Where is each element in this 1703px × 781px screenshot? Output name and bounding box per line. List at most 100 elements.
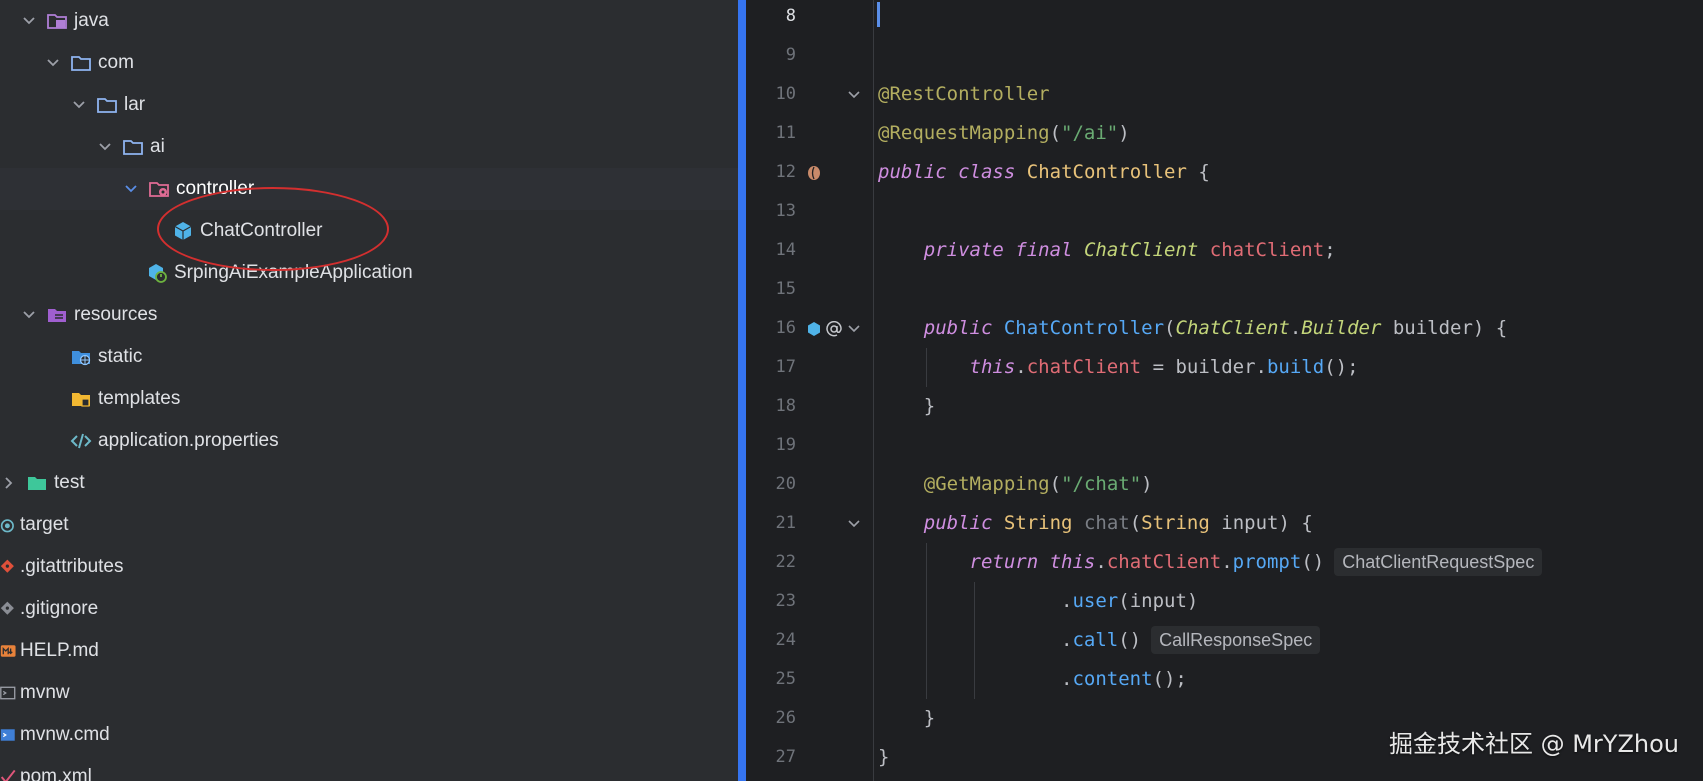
line-number: 26 xyxy=(775,708,796,728)
code-token: chatClient xyxy=(1026,356,1142,378)
code-line-23[interactable]: .user(input) xyxy=(878,582,1198,621)
tree-item-label: pom.xml xyxy=(20,766,92,781)
fold-chevron-icon[interactable] xyxy=(846,75,862,114)
tree-item-label: target xyxy=(20,514,69,535)
chevron-down-icon[interactable] xyxy=(44,54,62,72)
spring-boot-app-icon xyxy=(146,262,168,284)
line-number: 21 xyxy=(775,513,796,533)
tree-item-target[interactable]: target xyxy=(0,504,738,546)
code-token: ChatController xyxy=(1003,317,1165,339)
tree-item-ai[interactable]: ai xyxy=(0,126,738,168)
code-line-12[interactable]: public class ChatController { xyxy=(878,153,1210,192)
fold-chevron-icon[interactable] xyxy=(846,504,862,543)
tree-item-com[interactable]: com xyxy=(0,42,738,84)
code-token: this xyxy=(969,356,1016,378)
line-number: 27 xyxy=(775,747,796,767)
line-number: 13 xyxy=(775,201,796,221)
tree-item-chat-controller[interactable]: ChatController xyxy=(0,210,738,252)
code-token: builder xyxy=(1175,356,1256,378)
tree-item-label: com xyxy=(98,52,134,73)
code-token: ChatClient xyxy=(1083,239,1199,261)
tree-item-label: .gitignore xyxy=(20,598,99,619)
code-editor[interactable]: 8 9 10 11 12 13 14 15 16 17 18 19 20 21 … xyxy=(746,0,1703,781)
line-number: 19 xyxy=(775,435,796,455)
bean-icon[interactable] xyxy=(806,153,822,192)
tree-item-help-md[interactable]: HELP.md xyxy=(0,630,738,672)
line-number: 15 xyxy=(775,279,796,299)
tree-item-lar[interactable]: lar xyxy=(0,84,738,126)
tree-item-pom-xml[interactable]: pom.xml xyxy=(0,756,738,781)
autowired-at-icon[interactable] xyxy=(826,309,842,348)
tree-item-mvnw-cmd[interactable]: mvnw.cmd xyxy=(0,714,738,756)
chevron-down-icon[interactable] xyxy=(20,12,38,30)
code-line-11[interactable]: @RequestMapping("/ai") xyxy=(878,114,1130,153)
code-line-25[interactable]: .content(); xyxy=(878,660,1187,699)
tree-item-spring-app[interactable]: SrpingAiExampleApplication xyxy=(0,252,738,294)
code-token: public xyxy=(923,512,993,534)
chevron-down-icon[interactable] xyxy=(96,138,114,156)
tree-item-label: templates xyxy=(98,388,181,409)
test-folder-icon xyxy=(26,472,48,494)
code-token: call xyxy=(1072,629,1119,651)
code-token: chat xyxy=(1083,512,1130,534)
code-line-27[interactable]: } xyxy=(878,738,889,777)
type-inlay-hint: CallResponseSpec xyxy=(1151,626,1321,654)
watermark: 掘金技术社区 @ MrYZhou xyxy=(1388,730,1679,758)
code-token: ChatController xyxy=(1026,161,1187,183)
code-token: String xyxy=(1003,512,1073,534)
line-number: 14 xyxy=(775,240,796,260)
chevron-down-icon[interactable] xyxy=(122,180,140,198)
code-line-18[interactable]: } xyxy=(878,387,935,426)
code-token: private xyxy=(923,239,1004,261)
tree-item-test[interactable]: test xyxy=(0,462,738,504)
tree-item-label: mvnw xyxy=(20,682,70,703)
controller-package-icon xyxy=(148,178,170,200)
code-line-17[interactable]: this.chatClient = builder.build(); xyxy=(878,348,1359,387)
code-line-22[interactable]: return this.chatClient.prompt() ChatClien… xyxy=(878,543,1543,582)
code-line-20[interactable]: @GetMapping("/chat") xyxy=(878,465,1153,504)
code-line-26[interactable]: } xyxy=(878,699,935,738)
tree-item-label: ChatController xyxy=(200,220,323,241)
code-line-14[interactable]: private final ChatClient chatClient; xyxy=(878,231,1336,270)
code-token: user xyxy=(1072,590,1119,612)
tree-item-gitignore[interactable]: .gitignore xyxy=(0,588,738,630)
line-number: 9 xyxy=(785,45,796,65)
git-file-icon xyxy=(0,556,18,578)
package-folder-icon xyxy=(122,136,144,158)
code-token: class xyxy=(958,161,1016,183)
line-number: 24 xyxy=(775,630,796,650)
tree-item-label: test xyxy=(54,472,85,493)
gutter-divider xyxy=(873,0,874,781)
chevron-right-icon[interactable] xyxy=(0,474,18,492)
code-line-24[interactable]: .call() CallResponseSpec xyxy=(878,621,1321,660)
maven-pom-icon xyxy=(0,766,18,781)
tree-item-gitattributes[interactable]: .gitattributes xyxy=(0,546,738,588)
code-line-16[interactable]: public ChatController(ChatClient.Builder… xyxy=(878,309,1507,348)
tree-item-label: static xyxy=(98,346,143,367)
tree-item-label: controller xyxy=(176,178,255,199)
chevron-down-icon[interactable] xyxy=(20,306,38,324)
tree-item-java[interactable]: java xyxy=(0,0,738,42)
code-token: input xyxy=(1129,590,1187,612)
shell-script-icon xyxy=(0,682,18,704)
tree-item-templates[interactable]: templates xyxy=(0,378,738,420)
code-token: @RequestMapping xyxy=(878,122,1050,144)
code-token: chatClient xyxy=(1106,551,1222,573)
tree-item-application-properties[interactable]: application.properties xyxy=(0,420,738,462)
line-number: 11 xyxy=(775,123,796,143)
code-line-21[interactable]: public String chat(String input) { xyxy=(878,504,1313,543)
tree-item-resources[interactable]: resources xyxy=(0,294,738,336)
code-token: ChatClient xyxy=(1175,317,1290,339)
panel-splitter[interactable] xyxy=(738,0,746,781)
tree-item-label: .gitattributes xyxy=(20,556,124,577)
fold-chevron-icon[interactable] xyxy=(846,309,862,348)
chevron-down-icon[interactable] xyxy=(70,96,88,114)
code-token: final xyxy=(1015,239,1073,261)
tree-item-static[interactable]: static xyxy=(0,336,738,378)
code-token: "/chat" xyxy=(1061,473,1142,495)
tree-item-controller[interactable]: controller xyxy=(0,168,738,210)
tree-item-mvnw[interactable]: mvnw xyxy=(0,672,738,714)
code-line-10[interactable]: @RestController xyxy=(878,75,1050,114)
implementation-icon[interactable] xyxy=(806,309,822,348)
templates-folder-icon xyxy=(70,388,92,410)
